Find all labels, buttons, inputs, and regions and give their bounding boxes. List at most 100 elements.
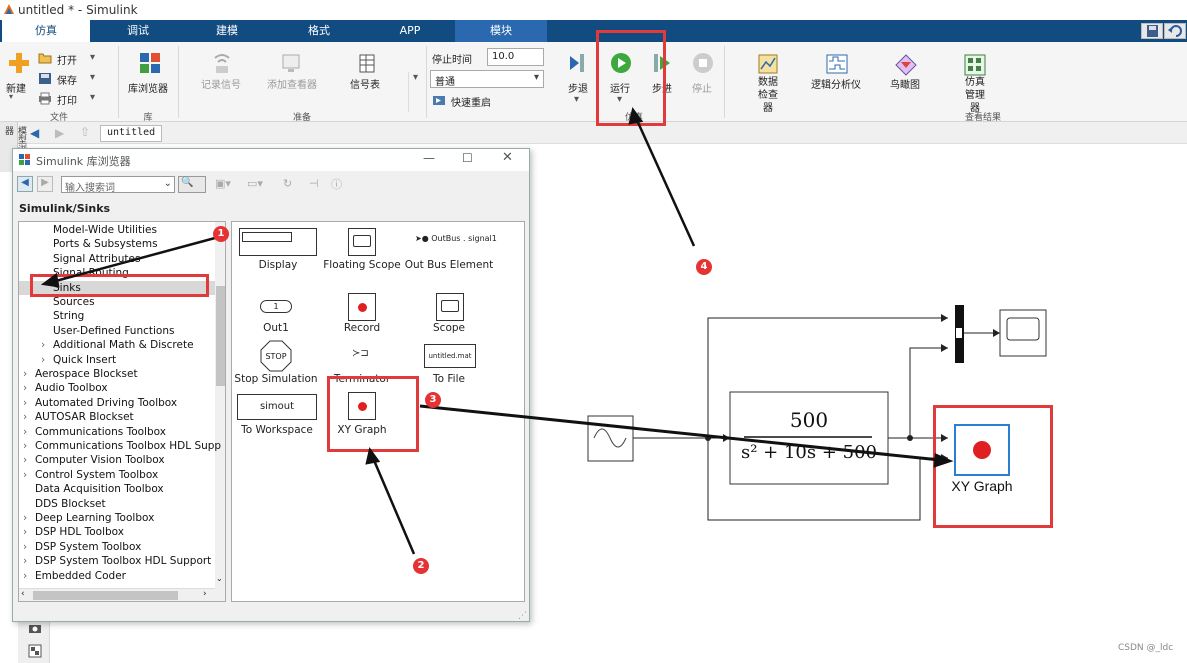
chevron-right-icon[interactable]: › bbox=[23, 540, 35, 554]
tree-item[interactable]: String bbox=[19, 309, 84, 323]
tree-item[interactable]: Signal Attributes bbox=[19, 252, 140, 266]
chevron-right-icon[interactable]: › bbox=[23, 511, 35, 525]
tree-item[interactable]: Model-Wide Utilities bbox=[19, 223, 157, 237]
stop-simulation-block[interactable]: STOP bbox=[260, 340, 292, 372]
tree-item-label: Ports & Subsystems bbox=[53, 238, 158, 251]
transfer-fcn-block[interactable] bbox=[729, 391, 889, 485]
tree-item[interactable]: › Automated Driving Toolbox bbox=[19, 396, 177, 410]
chevron-right-icon[interactable]: › bbox=[23, 525, 35, 539]
record-label: Record bbox=[343, 322, 381, 334]
out1-port-number: 1 bbox=[273, 302, 279, 311]
chevron-right-icon[interactable]: › bbox=[23, 410, 35, 424]
tree-item-label: Deep Learning Toolbox bbox=[35, 512, 155, 524]
tree-item-label: AUTOSAR Blockset bbox=[35, 411, 134, 424]
tree-item[interactable]: Ports & Subsystems bbox=[19, 237, 158, 251]
tree-item[interactable]: › Additional Math & Discrete bbox=[19, 338, 194, 352]
out-bus-label: Out Bus Element bbox=[404, 259, 494, 271]
lib-folder-icon[interactable]: ▭▾ bbox=[247, 177, 263, 190]
terminator-block[interactable]: ≻⊐ bbox=[352, 348, 369, 359]
scroll-left-icon[interactable]: ‹ bbox=[21, 589, 25, 599]
chevron-right-icon[interactable]: › bbox=[23, 468, 35, 482]
chevron-right-icon[interactable]: › bbox=[23, 453, 35, 467]
tree-item[interactable]: Data Acquisition Toolbox bbox=[19, 482, 164, 496]
lib-refresh-icon[interactable]: ↻ bbox=[283, 177, 292, 190]
library-logo-icon bbox=[19, 154, 30, 165]
tree-item[interactable]: › Communications Toolbox bbox=[19, 425, 166, 439]
lib-search-input[interactable]: 输入搜索词 ⌄ bbox=[61, 176, 175, 194]
record-block[interactable] bbox=[348, 293, 376, 321]
tree-item[interactable]: › Communications Toolbox HDL Supp bbox=[19, 439, 221, 453]
tree-scroll-thumb[interactable] bbox=[216, 286, 225, 386]
tree-item[interactable]: › Embedded Coder bbox=[19, 569, 126, 583]
maximize-icon[interactable]: ☐ bbox=[462, 151, 473, 165]
lib-forward-icon[interactable]: ▶ bbox=[37, 176, 53, 192]
lib-new-icon[interactable]: ▣▾ bbox=[215, 177, 231, 190]
chevron-right-icon[interactable]: › bbox=[23, 425, 35, 439]
tree-item-label: DSP System Toolbox HDL Support bbox=[35, 555, 212, 568]
tree-item-label: Additional Math & Discrete bbox=[53, 339, 194, 352]
chevron-right-icon[interactable]: › bbox=[41, 353, 53, 367]
floating-scope-block[interactable] bbox=[348, 228, 376, 256]
tree-item[interactable]: › AUTOSAR Blockset bbox=[19, 410, 134, 424]
tree-scrollbar[interactable]: ⌄ bbox=[215, 222, 225, 601]
tree-item[interactable]: › Computer Vision Toolbox bbox=[19, 453, 165, 467]
chevron-right-icon[interactable]: › bbox=[23, 569, 35, 583]
to-workspace-block[interactable]: simout bbox=[237, 394, 317, 420]
tree-item-label: Quick Insert bbox=[53, 353, 117, 366]
lib-search-button[interactable]: 🔍 bbox=[178, 176, 206, 193]
tree-item[interactable]: › DSP HDL Toolbox bbox=[19, 525, 124, 539]
tree-item-label: String bbox=[53, 310, 85, 323]
tree-item-label: DDS Blockset bbox=[35, 497, 106, 510]
tree-item-label: DSP HDL Toolbox bbox=[35, 526, 124, 539]
out-bus-element-block[interactable]: ➤● OutBus . signal1 bbox=[415, 234, 497, 243]
tree-hscrollbar[interactable]: ‹ › bbox=[19, 588, 215, 601]
scope-label: Scope bbox=[433, 322, 465, 334]
chevron-right-icon[interactable]: › bbox=[23, 554, 35, 568]
tree-hscroll-thumb[interactable] bbox=[33, 591, 178, 600]
tree-item[interactable]: DDS Blockset bbox=[19, 497, 106, 511]
badge-3: 3 bbox=[425, 392, 441, 408]
tree-item[interactable]: › Deep Learning Toolbox bbox=[19, 511, 154, 525]
tree-item[interactable]: › DSP System Toolbox bbox=[19, 540, 141, 554]
out1-block[interactable]: 1 bbox=[260, 300, 292, 313]
branch-point bbox=[705, 435, 711, 441]
chevron-right-icon[interactable]: › bbox=[41, 338, 53, 352]
out-bus-icon: ➤● bbox=[415, 234, 429, 243]
tree-item-label: Model-Wide Utilities bbox=[53, 224, 157, 236]
lib-back-icon[interactable]: ◀ bbox=[17, 176, 33, 192]
tree-item[interactable]: › Quick Insert bbox=[19, 353, 116, 367]
libwin-title: Simulink 库浏览器 bbox=[36, 155, 131, 168]
tree-item[interactable]: › DSP System Toolbox HDL Support bbox=[19, 554, 211, 568]
library-browser-window: Simulink 库浏览器 — ☐ ✕ ◀ ▶ 输入搜索词 ⌄ 🔍 ▣▾ ▭▾ … bbox=[12, 148, 530, 622]
display-block[interactable] bbox=[239, 228, 317, 256]
scope-lib-block[interactable] bbox=[436, 293, 464, 321]
tree-item-label: Sources bbox=[53, 296, 95, 308]
tf-numerator: 500 bbox=[790, 408, 828, 432]
tree-item[interactable]: › Audio Toolbox bbox=[19, 381, 108, 395]
tree-item-label: Embedded Coder bbox=[35, 569, 126, 582]
resize-grip-icon[interactable]: ⋰ bbox=[518, 611, 527, 621]
to-file-block[interactable]: untitled.mat bbox=[424, 344, 476, 368]
minimize-icon[interactable]: — bbox=[423, 151, 435, 165]
tree-item-label: Communications Toolbox HDL Supp bbox=[35, 440, 222, 452]
tree-item-label: User-Defined Functions bbox=[53, 324, 175, 337]
terminator-icon: ≻⊐ bbox=[352, 348, 369, 359]
chevron-right-icon[interactable]: › bbox=[23, 381, 35, 395]
scroll-right-icon[interactable]: › bbox=[203, 589, 207, 599]
chevron-down-icon[interactable]: ⌄ bbox=[164, 178, 172, 189]
chevron-right-icon[interactable]: › bbox=[23, 367, 35, 381]
lib-pin-icon[interactable]: ⊣ bbox=[309, 177, 319, 190]
tree-item-label: Signal Attributes bbox=[53, 252, 141, 265]
chevron-right-icon[interactable]: › bbox=[23, 396, 35, 410]
scroll-down-icon[interactable]: ⌄ bbox=[216, 574, 223, 583]
to-workspace-label: To Workspace bbox=[241, 424, 313, 436]
lib-help-icon[interactable]: ⓘ bbox=[331, 176, 342, 192]
tree-item[interactable]: Sources bbox=[19, 295, 95, 309]
lib-search-placeholder: 输入搜索词 bbox=[65, 183, 115, 194]
chevron-right-icon[interactable]: › bbox=[23, 439, 35, 453]
tree-item[interactable]: User-Defined Functions bbox=[19, 324, 174, 338]
out1-label: Out1 bbox=[263, 322, 289, 334]
tree-item[interactable]: › Aerospace Blockset bbox=[19, 367, 138, 381]
close-icon[interactable]: ✕ bbox=[502, 150, 513, 165]
tree-item[interactable]: › Control System Toolbox bbox=[19, 468, 158, 482]
